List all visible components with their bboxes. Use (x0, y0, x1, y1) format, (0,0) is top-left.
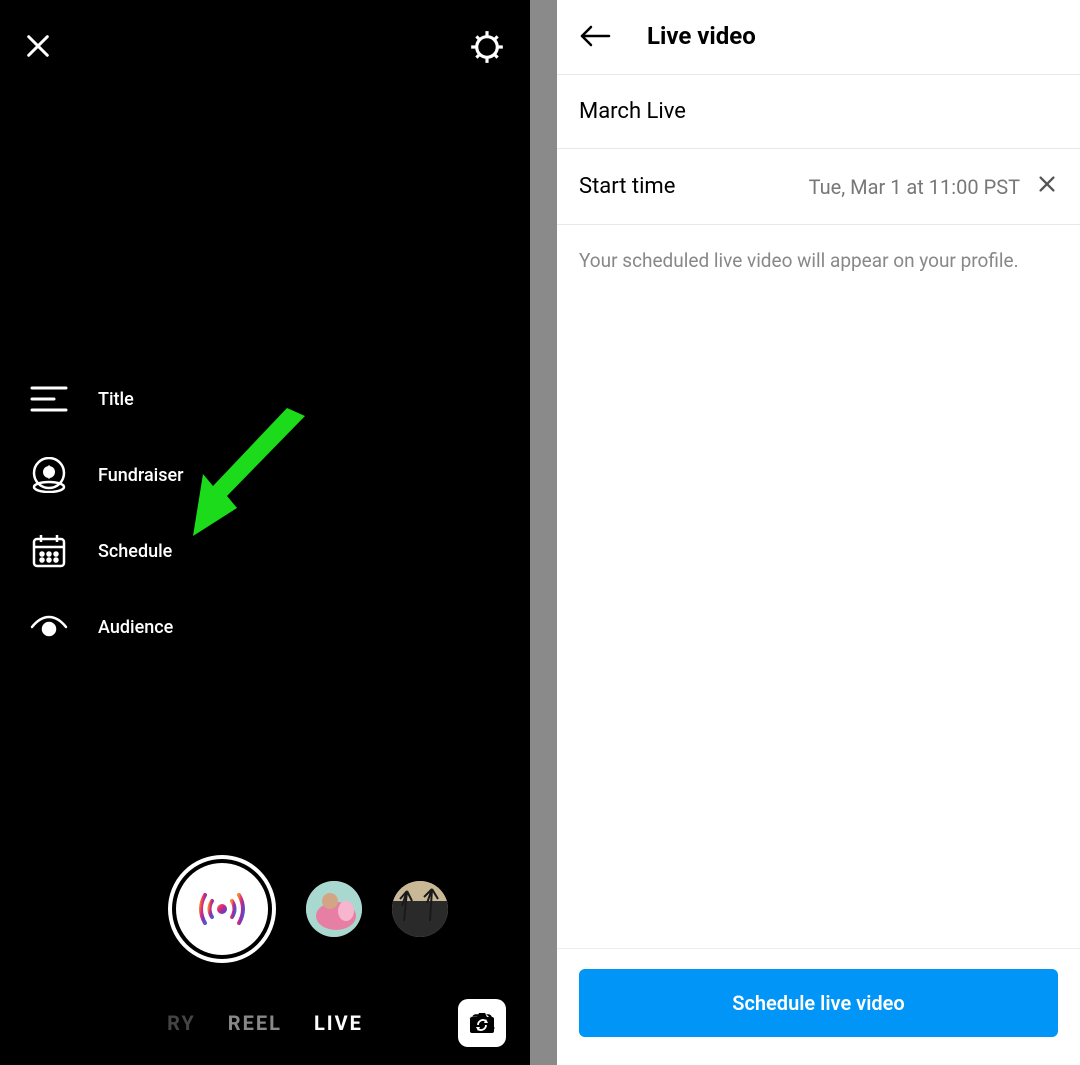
right-header: Live video (557, 0, 1080, 75)
fundraiser-label: Fundraiser (98, 465, 184, 486)
settings-button[interactable] (468, 28, 506, 70)
audience-option[interactable]: Audience (30, 608, 184, 646)
close-button[interactable] (24, 32, 52, 66)
audience-label: Audience (98, 617, 173, 638)
live-name-value: March Live (579, 99, 686, 124)
mode-live[interactable]: LIVE (314, 1011, 363, 1035)
flip-camera-button[interactable] (458, 999, 506, 1047)
schedule-live-screen: Live video March Live Start time Tue, Ma… (557, 0, 1080, 1065)
effect-thumbnail-2[interactable] (392, 881, 448, 937)
audience-icon (30, 608, 68, 646)
mode-selector: RY REEL LIVE (0, 1011, 530, 1035)
start-time-value-wrap: Tue, Mar 1 at 11:00 PST (809, 173, 1058, 200)
title-option[interactable]: Title (30, 380, 184, 418)
fundraiser-icon (30, 456, 68, 494)
schedule-label: Schedule (98, 541, 172, 562)
annotation-arrow (175, 408, 325, 562)
fundraiser-option[interactable]: Fundraiser (30, 456, 184, 494)
effect-thumbnail-1[interactable] (306, 881, 362, 937)
live-options-list: Title Fundraiser (30, 380, 184, 646)
back-button[interactable] (579, 24, 611, 48)
go-live-button[interactable] (168, 855, 276, 963)
start-time-label: Start time (579, 174, 675, 199)
schedule-live-button[interactable]: Schedule live video (579, 969, 1058, 1037)
info-text: Your scheduled live video will appear on… (557, 225, 1080, 296)
start-time-row[interactable]: Start time Tue, Mar 1 at 11:00 PST (557, 149, 1080, 225)
live-name-row[interactable]: March Live (557, 75, 1080, 149)
camera-live-screen: Title Fundraiser (0, 0, 530, 1065)
shutter-row (82, 855, 448, 963)
clear-time-button[interactable] (1036, 173, 1058, 200)
bottom-controls: RY REEL LIVE (0, 855, 530, 1065)
shutter-inner (176, 863, 268, 955)
mode-story[interactable]: RY (167, 1011, 196, 1035)
left-header (0, 0, 530, 70)
calendar-icon (30, 532, 68, 570)
schedule-option[interactable]: Schedule (30, 532, 184, 570)
page-title: Live video (647, 22, 756, 50)
title-icon (30, 380, 68, 418)
start-time-value: Tue, Mar 1 at 11:00 PST (809, 175, 1020, 199)
mode-reel[interactable]: REEL (228, 1011, 282, 1035)
title-label: Title (98, 389, 134, 410)
